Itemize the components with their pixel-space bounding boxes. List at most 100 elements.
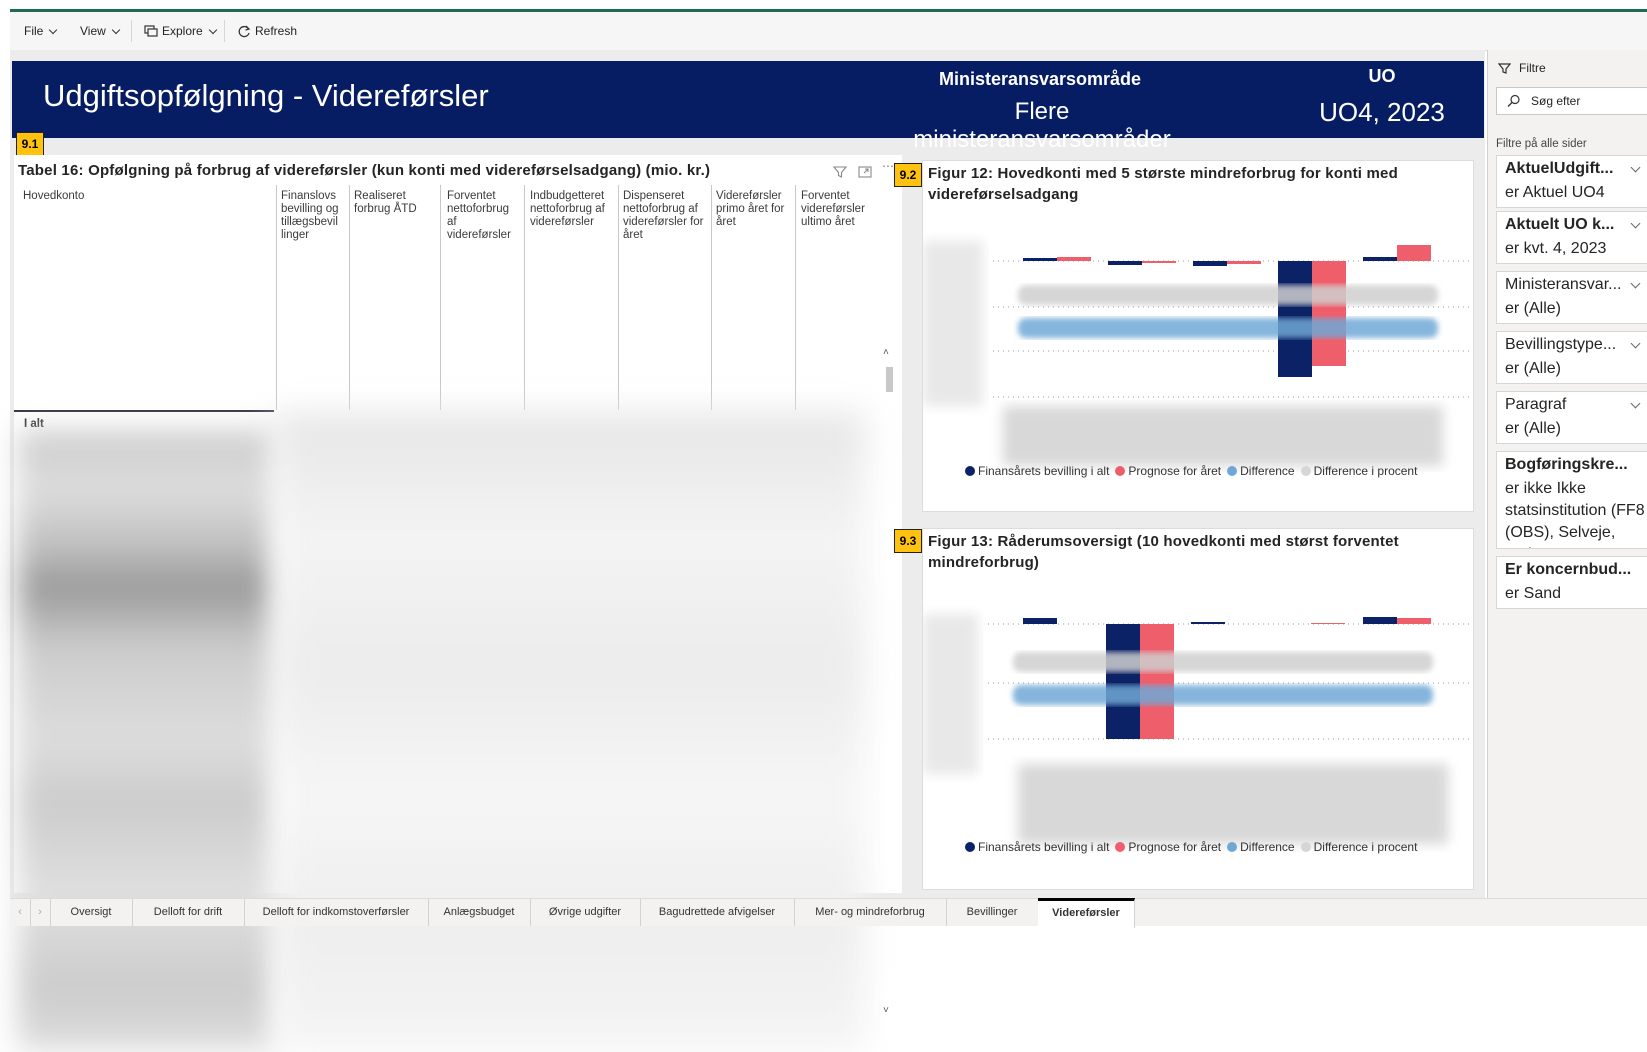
scroll-up-icon[interactable]: ˄ <box>883 347 889 358</box>
column-divider <box>524 185 525 410</box>
figure-12[interactable]: Figur 12: Hovedkonti med 5 største mindr… <box>922 160 1474 512</box>
legend-dot <box>1227 466 1238 476</box>
filter-search-input[interactable]: Søg efter <box>1496 87 1647 115</box>
menu-bar: File View Explore Refresh <box>10 12 1647 51</box>
filter-icon[interactable] <box>832 164 848 180</box>
bar-bevilling <box>1193 261 1227 266</box>
total-row-label: I alt <box>24 418 44 430</box>
bar-bevilling <box>1363 617 1397 624</box>
refresh-icon <box>238 25 251 37</box>
legend-label: Difference i procent <box>1313 464 1418 478</box>
table-title: Tabel 16: Opfølgning på forbrug af vider… <box>18 162 711 179</box>
bar-prognose <box>1140 624 1174 739</box>
filter-card[interactable]: Bevillingstype... er (Alle) <box>1496 331 1647 384</box>
column-header[interactable]: Hovedkonto <box>23 190 263 203</box>
redacted-category-labels <box>1018 764 1448 844</box>
filter-search-placeholder: Søg efter <box>1531 94 1581 108</box>
bar-prognose <box>1312 261 1346 366</box>
bar-prognose <box>1057 257 1091 261</box>
legend-dot <box>1115 466 1126 476</box>
legend-item: Prognose for året <box>1115 840 1221 854</box>
filter-card[interactable]: Er koncernbud... er Sand <box>1496 556 1647 609</box>
column-divider <box>618 185 619 410</box>
search-icon <box>1507 94 1520 107</box>
chevron-down-icon <box>111 25 121 34</box>
filter-card[interactable]: Paragraf er (Alle) <box>1496 391 1647 444</box>
explore-icon <box>144 25 158 37</box>
refresh-button[interactable]: Refresh <box>238 24 297 38</box>
legend-label: Difference <box>1240 840 1295 854</box>
column-header[interactable]: Indbudgetteret nettoforbrug af viderefør… <box>530 190 614 229</box>
area-label: Ministeransvarsområde <box>938 69 1142 89</box>
file-menu-label: File <box>24 24 44 38</box>
badge-table: 9.1 <box>16 132 44 156</box>
legend-dot <box>1227 842 1238 852</box>
tab-delloft-indkomst[interactable]: Delloft for indkomstoverførsler <box>244 899 429 926</box>
column-header[interactable]: Realiseret forbrug ÅTD <box>354 190 434 216</box>
column-divider <box>440 185 441 410</box>
chevron-down-icon[interactable] <box>1630 398 1641 409</box>
tab-oversigt[interactable]: Oversigt <box>50 899 133 926</box>
redacted-axis-labels <box>923 241 983 406</box>
filter-card-value: er (Alle) <box>1505 420 1562 437</box>
column-header[interactable]: Videreførsler primo året for året <box>716 190 792 229</box>
menu-divider <box>131 20 132 42</box>
filter-card[interactable]: Aktuelt UO k... er kvt. 4, 2023 <box>1496 211 1647 264</box>
filter-card-name: Ministeransvar... <box>1505 276 1622 293</box>
column-divider <box>276 185 277 410</box>
tab-bevillinger[interactable]: Bevillinger <box>946 899 1039 926</box>
column-header[interactable]: Finanslovs bevilling og tillægsbevil lin… <box>281 190 345 242</box>
chevron-down-icon[interactable] <box>1630 218 1641 229</box>
series-pct-blurred <box>1018 285 1438 305</box>
column-divider <box>349 185 350 410</box>
bar-prognose <box>1311 623 1345 624</box>
tab-videreforsler[interactable]: Videreførsler <box>1038 898 1135 928</box>
tab-delloft-drift[interactable]: Delloft for drift <box>132 899 245 926</box>
bar-bevilling <box>1023 258 1057 261</box>
tabs-prev-icon[interactable]: ‹ <box>10 899 31 926</box>
redacted-values <box>276 412 866 1052</box>
figure-13[interactable]: Figur 13: Råderumsoversigt (10 hovedkont… <box>922 528 1474 890</box>
filter-card[interactable]: Ministeransvar... er (Alle) <box>1496 271 1647 324</box>
focus-mode-icon[interactable] <box>857 164 873 180</box>
column-header[interactable]: Forventet nettoforbrug af videreførsler <box>447 190 519 242</box>
page-tabs: ‹ › Oversigt Delloft for drift Delloft f… <box>10 898 1647 928</box>
column-header[interactable]: Dispenseret nettoforbrug af videreførsle… <box>623 190 707 242</box>
scroll-down-icon[interactable]: ˅ <box>883 1005 889 1016</box>
file-menu[interactable]: File <box>24 24 58 38</box>
filter-pane-header[interactable]: Filtre <box>1498 61 1546 75</box>
column-header[interactable]: Forventet videreførsler ultimo året <box>801 190 877 229</box>
header-rule <box>14 410 274 412</box>
series-difference-blurred <box>1013 685 1433 705</box>
explore-menu[interactable]: Explore <box>144 24 217 38</box>
bar-bevilling <box>1191 622 1225 624</box>
legend-item: Finansårets bevilling i alt <box>965 840 1109 854</box>
filter-card[interactable]: Bogføringskre... er ikke Ikke statsinsti… <box>1496 451 1647 549</box>
tab-bagudrettede[interactable]: Bagudrettede afvigelser <box>640 899 795 926</box>
chevron-down-icon <box>208 25 217 34</box>
filter-card-value: er (Alle) <box>1505 300 1562 317</box>
figure-12-legend: Finansårets bevilling i alt Prognose for… <box>965 464 1417 478</box>
table-scrollbar[interactable] <box>886 367 893 392</box>
figure-13-legend: Finansårets bevilling i alt Prognose for… <box>965 840 1417 854</box>
bar-prognose <box>1142 261 1176 263</box>
refresh-label: Refresh <box>255 24 298 38</box>
legend-item: Difference i procent <box>1300 840 1417 854</box>
legend-dot <box>965 842 975 852</box>
filter-card[interactable]: AktuelUdgift... er Aktuel UO4 <box>1496 155 1647 208</box>
figure-13-title: Figur 13: Råderumsoversigt (10 hovedkont… <box>928 533 1399 571</box>
tabs-next-icon[interactable]: › <box>30 899 51 926</box>
figure-12-title: Figur 12: Hovedkonti med 5 største mindr… <box>928 165 1398 203</box>
chevron-down-icon[interactable] <box>1630 338 1641 349</box>
tab-oevrige-udgifter[interactable]: Øvrige udgifter <box>530 899 641 926</box>
area-value: Flere ministeransvarsområder <box>913 98 1171 153</box>
tab-anlaegsbudget[interactable]: Anlægsbudget <box>428 899 531 926</box>
uo-label: UO <box>1368 66 1396 86</box>
view-menu-label: View <box>80 24 106 38</box>
chevron-down-icon[interactable] <box>1630 278 1641 289</box>
table-visual[interactable]: Tabel 16: Opfølgning på forbrug af vider… <box>14 155 902 1052</box>
chevron-down-icon[interactable] <box>1630 162 1641 173</box>
uo-value: UO4, 2023 <box>1319 97 1445 127</box>
tab-mer-mindreforbrug[interactable]: Mer- og mindreforbrug <box>794 899 947 926</box>
view-menu[interactable]: View <box>80 24 121 38</box>
